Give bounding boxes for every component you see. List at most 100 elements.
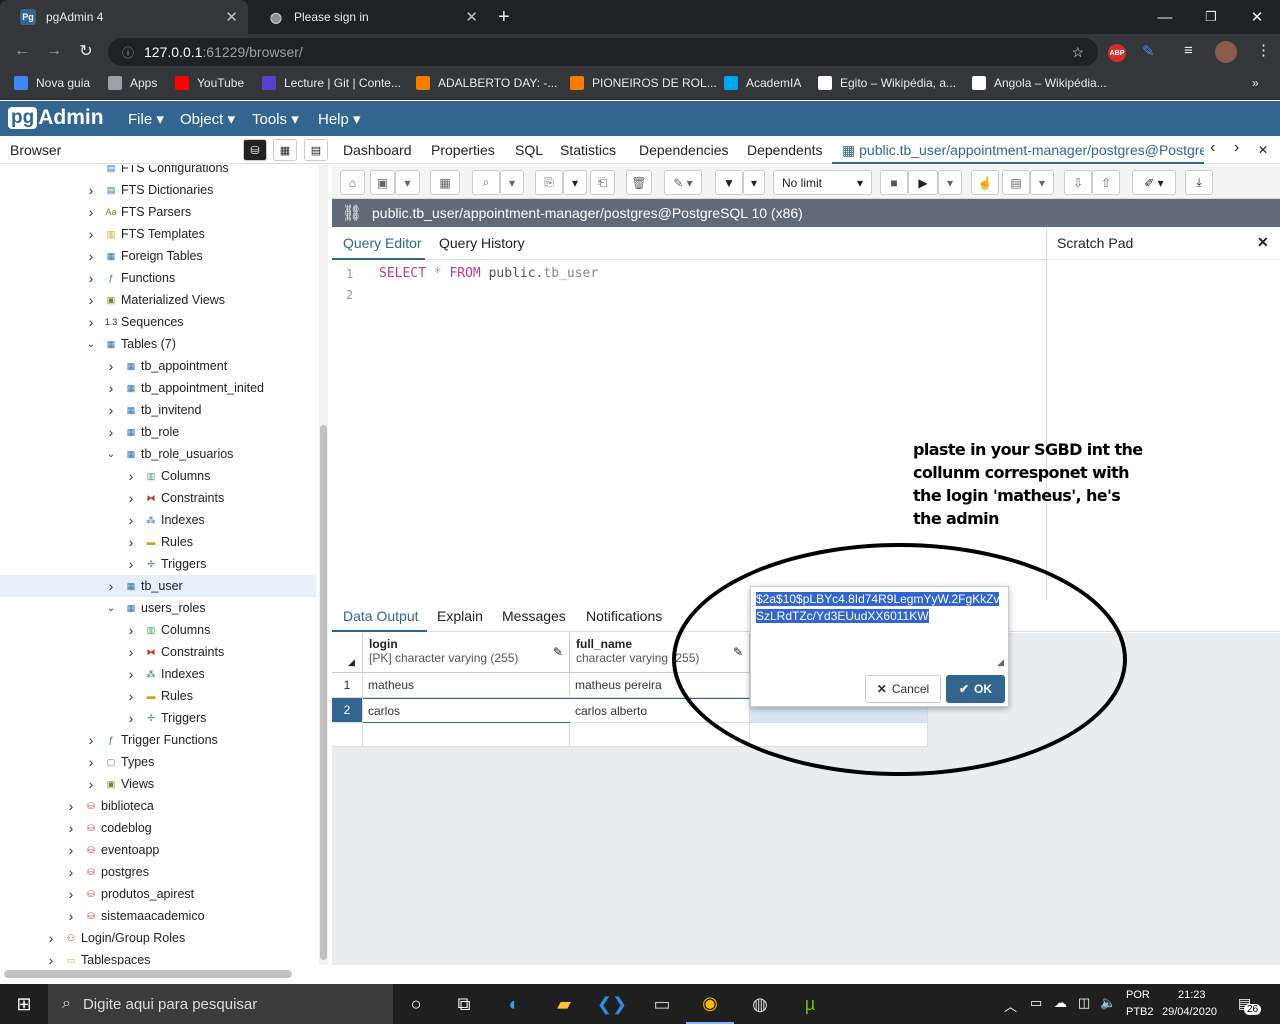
view-data-icon[interactable]: ▦ bbox=[273, 139, 297, 161]
chevron-right-icon[interactable]: › bbox=[64, 798, 78, 814]
stop-icon[interactable]: ■ bbox=[880, 170, 908, 195]
close-tab-icon[interactable]: ✕ bbox=[465, 8, 478, 26]
tab-messages[interactable]: Messages bbox=[502, 608, 566, 624]
connection-status-icon[interactable]: ⛓ bbox=[332, 203, 372, 223]
query-tool-icon[interactable]: ⛁ bbox=[243, 139, 267, 161]
commit-icon[interactable]: ⇩ bbox=[1064, 170, 1092, 195]
sql-editor[interactable]: 1 2 SELECT * FROM public.tb_user bbox=[332, 260, 1046, 600]
bookmark-item[interactable]: Lecture | Git | Conte... bbox=[262, 76, 401, 90]
chevron-right-icon[interactable]: › bbox=[124, 490, 138, 506]
bookmark-item[interactable]: Nova guia bbox=[14, 76, 90, 90]
tab-sign-in[interactable]: ◍ Please sign in ✕ bbox=[248, 0, 488, 34]
chevron-right-icon[interactable]: › bbox=[104, 578, 118, 594]
chevron-right-icon[interactable]: › bbox=[124, 468, 138, 484]
chevron-right-icon[interactable]: › bbox=[84, 270, 98, 286]
chevron-down-icon[interactable]: ⌄ bbox=[104, 449, 118, 460]
cloud-icon[interactable]: ☁ bbox=[1054, 995, 1067, 1011]
chevron-right-icon[interactable]: › bbox=[44, 952, 58, 965]
row-number[interactable]: 1 bbox=[332, 673, 363, 698]
chevron-right-icon[interactable]: › bbox=[104, 358, 118, 374]
chevron-right-icon[interactable]: › bbox=[84, 732, 98, 748]
filter-rows-icon[interactable]: ▤ bbox=[304, 139, 328, 161]
reload-icon[interactable]: ↻ bbox=[76, 41, 96, 61]
table-cell[interactable] bbox=[750, 723, 928, 747]
chevron-right-icon[interactable]: › bbox=[124, 512, 138, 528]
tree-node[interactable]: › ⛁ codeblog bbox=[64, 817, 152, 839]
chevron-right-icon[interactable]: › bbox=[124, 666, 138, 682]
tab-properties[interactable]: Properties bbox=[431, 142, 495, 158]
row-number[interactable] bbox=[332, 723, 363, 747]
tree-node[interactable]: › ▥ Columns bbox=[124, 465, 211, 487]
adblock-icon[interactable]: ABP bbox=[1108, 44, 1126, 62]
chevron-right-icon[interactable]: › bbox=[104, 402, 118, 418]
tree-node[interactable]: › 1.3 Sequences bbox=[84, 311, 184, 333]
tab-statistics[interactable]: Statistics bbox=[560, 142, 616, 158]
tree-node[interactable]: › ⛁ biblioteca bbox=[64, 795, 154, 817]
menu-tools[interactable]: Tools ▾ bbox=[252, 110, 299, 128]
bookmark-item[interactable]: Apps bbox=[108, 76, 157, 90]
chevron-right-icon[interactable]: › bbox=[84, 314, 98, 330]
volume-icon[interactable]: 🔈 bbox=[1100, 995, 1116, 1011]
chevron-right-icon[interactable]: › bbox=[64, 886, 78, 902]
new-tab-icon[interactable]: + bbox=[498, 0, 522, 34]
column-header-full-name[interactable]: full_name character varying (255) ✎ bbox=[570, 633, 750, 673]
app-icon[interactable]: ◍ bbox=[736, 984, 784, 1024]
table-cell[interactable]: carlos bbox=[363, 698, 570, 723]
chrome-icon[interactable]: ◉ bbox=[686, 984, 734, 1024]
chrome-menu-icon[interactable]: ⋮ bbox=[1256, 41, 1271, 59]
close-tab-icon[interactable]: ✕ bbox=[225, 8, 238, 26]
download-icon[interactable]: ⤓ bbox=[1185, 170, 1213, 195]
chevron-right-icon[interactable]: › bbox=[124, 534, 138, 550]
tree-node[interactable]: › ⛁ sistemaacademico bbox=[64, 905, 205, 927]
chevron-right-icon[interactable]: › bbox=[104, 380, 118, 396]
search-icon[interactable]: ⌕ bbox=[472, 170, 500, 195]
tree-node[interactable]: › ▢ Types bbox=[84, 751, 155, 773]
chevron-right-icon[interactable]: › bbox=[64, 908, 78, 924]
tree-node[interactable]: › ⚇ Login/Group Roles bbox=[44, 927, 186, 949]
tree-node[interactable]: › ✢ Triggers bbox=[124, 707, 207, 729]
find-replace-icon[interactable]: ▦ bbox=[430, 170, 460, 195]
execute-dropdown-icon[interactable]: ▾ bbox=[938, 170, 962, 195]
tab-notifications[interactable]: Notifications bbox=[586, 608, 662, 624]
explain-icon[interactable]: ☝ bbox=[971, 170, 999, 195]
tree-node[interactable]: ⌄ ▦ Tables (7) bbox=[84, 333, 176, 355]
tree-node[interactable]: › ▦ tb_appointment_inited bbox=[104, 377, 264, 399]
tree-node[interactable]: ⌄ ▦ users_roles bbox=[104, 597, 206, 619]
chevron-right-icon[interactable]: › bbox=[84, 226, 98, 242]
extension-icon[interactable]: ✎ bbox=[1142, 42, 1155, 60]
chevron-right-icon[interactable]: › bbox=[84, 754, 98, 770]
tree-scrollbar-thumb[interactable] bbox=[320, 425, 327, 960]
search-dropdown-icon[interactable]: ▾ bbox=[500, 170, 524, 195]
tree-node[interactable]: › ⁂ Indexes bbox=[124, 509, 205, 531]
tree-node[interactable]: › ▦ Foreign Tables bbox=[84, 245, 203, 267]
taskbar-search[interactable]: ⌕ Digite aqui para pesquisar bbox=[48, 984, 393, 1024]
bookmark-item[interactable]: ADALBERTO DAY: -... bbox=[416, 76, 557, 90]
vscode-icon[interactable]: ❮❯ bbox=[588, 984, 636, 1024]
tab-pgadmin[interactable]: Pg pgAdmin 4 ✕ bbox=[0, 0, 248, 34]
delete-icon[interactable]: 🗑 bbox=[626, 170, 652, 195]
tree-node[interactable]: › ✢ Triggers bbox=[124, 553, 207, 575]
chevron-right-icon[interactable]: › bbox=[64, 842, 78, 858]
tree-node[interactable]: › ⧓ Constraints bbox=[124, 641, 225, 663]
edge-icon[interactable]: ◐ bbox=[490, 984, 538, 1024]
explain-analyze-icon[interactable]: ▤ bbox=[1002, 170, 1030, 195]
terminal-icon[interactable]: ▭ bbox=[638, 984, 686, 1024]
explain-dropdown-icon[interactable]: ▾ bbox=[1030, 170, 1054, 195]
tree-node[interactable]: › ▤ FTS Dictionaries bbox=[84, 179, 214, 201]
menu-help[interactable]: Help ▾ bbox=[318, 110, 361, 128]
windows-start-icon[interactable]: ⊞ bbox=[0, 984, 48, 1024]
reading-list-icon[interactable]: ≡ bbox=[1184, 42, 1193, 59]
chevron-down-icon[interactable]: ⌄ bbox=[84, 339, 98, 350]
avatar[interactable] bbox=[1215, 41, 1237, 63]
copy-icon[interactable]: ⎘ bbox=[535, 170, 563, 195]
chevron-right-icon[interactable]: › bbox=[124, 644, 138, 660]
save-file-icon[interactable]: ▣ bbox=[370, 170, 395, 195]
chevron-right-icon[interactable]: › bbox=[124, 688, 138, 704]
file-explorer-icon[interactable]: ▰ bbox=[540, 984, 588, 1024]
filter-icon[interactable]: ▼ bbox=[715, 170, 743, 195]
tree-node[interactable]: › ▦ tb_user bbox=[0, 575, 316, 597]
chevron-right-icon[interactable]: › bbox=[84, 292, 98, 308]
tree-node[interactable]: › ▦ tb_invitend bbox=[104, 399, 202, 421]
tab-scroll-left-icon[interactable]: ‹ bbox=[1210, 139, 1215, 157]
ok-button[interactable]: ✔ OK bbox=[946, 675, 1005, 703]
